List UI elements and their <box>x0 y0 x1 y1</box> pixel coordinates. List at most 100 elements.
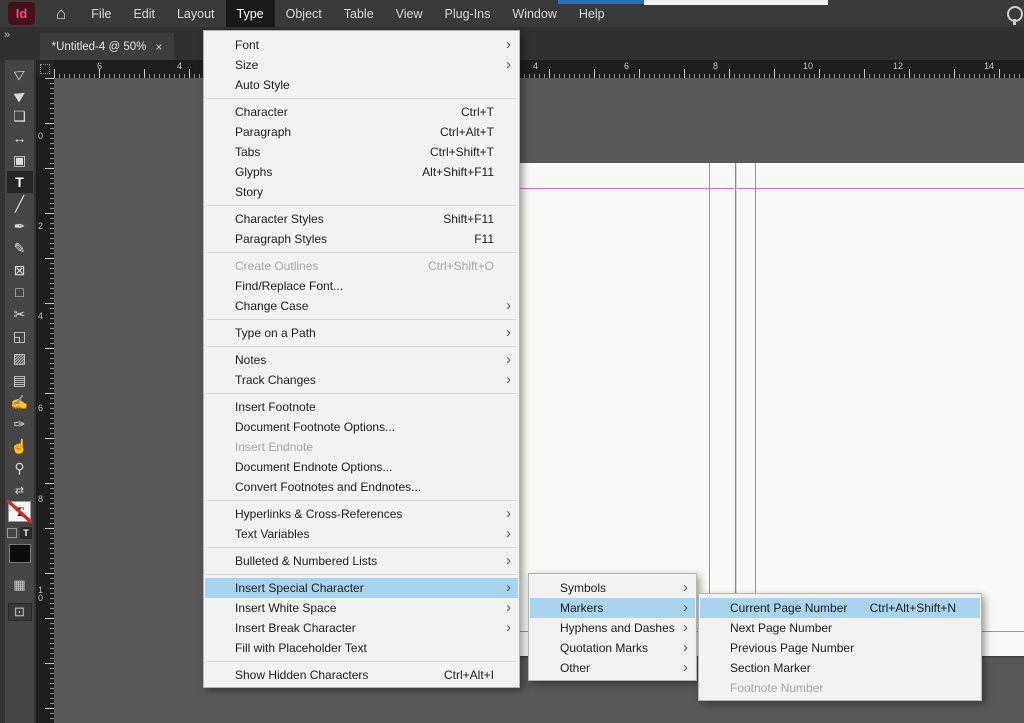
menu-item-character-styles[interactable]: Character StylesShift+F11 <box>205 209 518 229</box>
expand-panels-icon[interactable]: » <box>4 29 10 41</box>
menu-item-track-changes[interactable]: Track Changes› <box>205 370 518 390</box>
pen-tool[interactable]: ✒ <box>7 215 33 237</box>
menu-item-label: Auto Style <box>235 78 290 92</box>
gap-tool[interactable]: ↔ <box>7 127 33 149</box>
menu-item-label: Paragraph Styles <box>235 232 327 246</box>
menu-item-bulleted-numbered-lists[interactable]: Bulleted & Numbered Lists› <box>205 551 518 571</box>
search-icon[interactable] <box>1007 6 1023 22</box>
free-transform-tool[interactable]: ◱ <box>7 325 33 347</box>
formatting-affects-container-icon[interactable] <box>7 528 17 538</box>
menubar-item-edit[interactable]: Edit <box>122 0 166 27</box>
pencil-tool[interactable]: ✎ <box>7 237 33 259</box>
zoom-tool[interactable]: ⚲ <box>7 457 33 479</box>
menubar-item-file[interactable]: File <box>80 0 122 27</box>
ruler-origin[interactable] <box>36 60 54 78</box>
document-tab[interactable]: *Untitled-4 @ 50% × <box>40 33 174 60</box>
menu-item-character[interactable]: CharacterCtrl+T <box>205 102 518 122</box>
menu-item-section-marker[interactable]: Section Marker <box>700 658 980 678</box>
menu-item-current-page-number[interactable]: Current Page NumberCtrl+Alt+Shift+N <box>700 598 980 618</box>
type-tool-icon: T <box>15 175 24 189</box>
content-collector-tool[interactable]: ▣ <box>7 149 33 171</box>
menu-item-insert-special-character[interactable]: Insert Special Character› <box>205 578 518 598</box>
ruler-label: 4 <box>177 61 182 71</box>
menu-item-size[interactable]: Size› <box>205 55 518 75</box>
menubar-item-help[interactable]: Help <box>568 0 616 27</box>
menu-item-previous-page-number[interactable]: Previous Page Number <box>700 638 980 658</box>
gradient-feather-tool-icon: ▤ <box>13 373 26 387</box>
scissors-tool[interactable]: ✂ <box>7 303 33 325</box>
page-right[interactable] <box>737 163 1024 656</box>
rectangle-tool[interactable]: □ <box>7 281 33 303</box>
frame-tool[interactable]: ⊠ <box>7 259 33 281</box>
menu-item-document-footnote-options[interactable]: Document Footnote Options... <box>205 417 518 437</box>
swap-fill-stroke-icon[interactable]: ⇄ <box>8 483 32 497</box>
menu-item-shortcut: Ctrl+Shift+O <box>428 259 510 273</box>
menu-item-notes[interactable]: Notes› <box>205 350 518 370</box>
direct-selection-tool[interactable]: ▶ <box>7 83 33 105</box>
apply-color-button[interactable] <box>9 544 31 563</box>
submenu-arrow-icon: › <box>506 371 511 388</box>
fill-stroke-indicator[interactable]: T <box>8 501 31 522</box>
normal-view-mode-button[interactable]: ⊡ <box>8 603 32 621</box>
menu-item-next-page-number[interactable]: Next Page Number <box>700 618 980 638</box>
submenu-arrow-icon: › <box>506 351 511 368</box>
insert-special-character-submenu: Symbols›Markers›Hyphens and Dashes›Quota… <box>528 573 697 681</box>
close-tab-icon[interactable]: × <box>155 40 162 54</box>
screen-mode-button[interactable]: ▦ <box>9 577 31 593</box>
menu-item-label: Hyperlinks & Cross-References <box>235 507 402 521</box>
menu-item-text-variables[interactable]: Text Variables› <box>205 524 518 544</box>
hand-tool[interactable]: ☝ <box>7 435 33 457</box>
menubar-item-window[interactable]: Window <box>501 0 567 27</box>
menu-item-insert-white-space[interactable]: Insert White Space› <box>205 598 518 618</box>
menu-item-shortcut: Ctrl+T <box>461 105 510 119</box>
gradient-swatch-tool[interactable]: ▨ <box>7 347 33 369</box>
menu-item-fill-with-placeholder-text[interactable]: Fill with Placeholder Text <box>205 638 518 658</box>
horizontal-ruler[interactable]: 64468101214 <box>54 60 1024 78</box>
menu-item-tabs[interactable]: TabsCtrl+Shift+T <box>205 142 518 162</box>
menu-item-paragraph-styles[interactable]: Paragraph StylesF11 <box>205 229 518 249</box>
menu-item-find-replace-font[interactable]: Find/Replace Font... <box>205 276 518 296</box>
menu-bar-items: FileEditLayoutTypeObjectTableViewPlug-In… <box>80 0 615 27</box>
gradient-feather-tool[interactable]: ▤ <box>7 369 33 391</box>
home-icon[interactable]: ⌂ <box>56 5 66 22</box>
menu-item-document-endnote-options[interactable]: Document Endnote Options... <box>205 457 518 477</box>
submenu-arrow-icon: › <box>683 599 688 616</box>
selection-tool[interactable]: ▷ <box>7 61 33 83</box>
menubar-item-view[interactable]: View <box>385 0 434 27</box>
menu-item-font[interactable]: Font› <box>205 35 518 55</box>
page-tool[interactable]: ❏ <box>7 105 33 127</box>
menu-item-hyphens-and-dashes[interactable]: Hyphens and Dashes› <box>530 618 695 638</box>
margin-guide-right <box>709 163 710 656</box>
menu-item-paragraph[interactable]: ParagraphCtrl+Alt+T <box>205 122 518 142</box>
menu-item-show-hidden-characters[interactable]: Show Hidden CharactersCtrl+Alt+I <box>205 665 518 685</box>
menu-item-glyphs[interactable]: GlyphsAlt+Shift+F11 <box>205 162 518 182</box>
menu-item-convert-footnotes-and-endnotes[interactable]: Convert Footnotes and Endnotes... <box>205 477 518 497</box>
menu-item-auto-style[interactable]: Auto Style <box>205 75 518 95</box>
menubar-item-type[interactable]: Type <box>226 0 275 27</box>
menu-item-type-on-a-path[interactable]: Type on a Path› <box>205 323 518 343</box>
menubar-item-plug-ins[interactable]: Plug-Ins <box>434 0 502 27</box>
menu-item-change-case[interactable]: Change Case› <box>205 296 518 316</box>
menu-item-markers[interactable]: Markers› <box>530 598 695 618</box>
note-tool[interactable]: ✍ <box>7 391 33 413</box>
menu-item-story[interactable]: Story <box>205 182 518 202</box>
submenu-arrow-icon: › <box>506 297 511 314</box>
menu-item-insert-break-character[interactable]: Insert Break Character› <box>205 618 518 638</box>
formatting-affects-text-icon[interactable]: T <box>20 527 32 539</box>
menu-item-label: Find/Replace Font... <box>235 279 343 293</box>
type-tool[interactable]: T <box>7 171 33 193</box>
line-tool[interactable]: ╱ <box>7 193 33 215</box>
menu-item-hyperlinks-cross-references[interactable]: Hyperlinks & Cross-References› <box>205 504 518 524</box>
submenu-arrow-icon: › <box>506 552 511 569</box>
menu-item-symbols[interactable]: Symbols› <box>530 578 695 598</box>
menubar-item-layout[interactable]: Layout <box>166 0 226 27</box>
menu-item-label: Show Hidden Characters <box>235 668 368 682</box>
eyedropper-tool[interactable]: ✑ <box>7 413 33 435</box>
menubar-item-table[interactable]: Table <box>333 0 385 27</box>
submenu-arrow-icon: › <box>506 525 511 542</box>
menu-item-other[interactable]: Other› <box>530 658 695 678</box>
menu-item-insert-footnote[interactable]: Insert Footnote <box>205 397 518 417</box>
menu-item-quotation-marks[interactable]: Quotation Marks› <box>530 638 695 658</box>
menubar-item-object[interactable]: Object <box>275 0 333 27</box>
vertical-ruler[interactable]: 0246810 <box>36 78 54 723</box>
